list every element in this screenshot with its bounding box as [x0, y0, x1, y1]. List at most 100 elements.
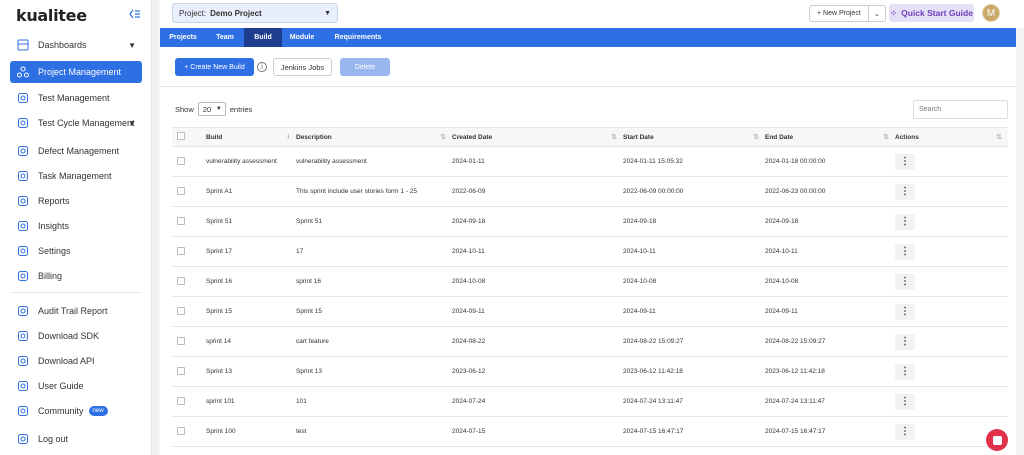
avatar[interactable]: M: [982, 4, 1000, 22]
row-checkbox[interactable]: [177, 276, 185, 285]
more-actions-icon[interactable]: ⋮: [895, 243, 915, 260]
tab-team[interactable]: Team: [206, 28, 244, 47]
search-input[interactable]: [913, 100, 1008, 119]
row-checkbox[interactable]: [177, 426, 185, 435]
tab-requirements[interactable]: Requirements: [322, 28, 394, 47]
new-project-dropdown-icon[interactable]: ⌄: [869, 6, 885, 21]
description-cell: vulnerability assessment: [296, 146, 452, 177]
end-date-cell: 2024-07-24 13:11:47: [765, 386, 895, 417]
table-row[interactable]: Sprint 16 sprint 16 2024-10-08 2024-10-08 20…: [172, 266, 1008, 297]
sdk-icon: [16, 329, 30, 343]
more-actions-icon[interactable]: ⋮: [895, 153, 915, 170]
sidebar-item-log-out[interactable]: Log out: [10, 428, 142, 450]
more-actions-icon[interactable]: ⋮: [895, 423, 915, 440]
row-checkbox[interactable]: [177, 156, 185, 165]
sidebar-item-community[interactable]: Community new: [10, 400, 142, 422]
entries-value: 20: [202, 104, 212, 114]
entries-select[interactable]: 20 ▼: [197, 102, 226, 116]
created-date-cell: 2024-08-22: [452, 326, 623, 357]
created-date-cell: 2024-09-11: [452, 296, 623, 327]
quick-start-guide-button[interactable]: ⁘ Quick Start Guide: [889, 4, 974, 22]
delete-button[interactable]: Delete: [340, 58, 390, 76]
info-icon[interactable]: i: [257, 62, 267, 72]
sidebar-item-insights[interactable]: Insights: [10, 215, 142, 237]
sidebar-scrollbar[interactable]: [152, 0, 158, 455]
more-actions-icon[interactable]: ⋮: [895, 273, 915, 290]
tab-build[interactable]: Build: [244, 28, 282, 47]
sidebar-item-download-api[interactable]: Download API: [10, 350, 142, 372]
grid-icon: ⁘: [890, 7, 898, 18]
description-cell: Sprint 15: [296, 296, 452, 327]
row-checkbox[interactable]: [177, 246, 185, 255]
project-selector[interactable]: Project: Demo Project ▼: [172, 3, 338, 23]
toolbar: + Create New Build i Jenkins Jobs Delete: [160, 47, 1016, 87]
table-row[interactable]: Sprint 13 Sprint 13 2023-06-12 2023-06-12 1…: [172, 356, 1008, 387]
cycle-icon: [16, 116, 30, 130]
sidebar-item-label: Settings: [38, 246, 71, 256]
more-actions-icon[interactable]: ⋮: [895, 303, 915, 320]
table-row[interactable]: sprint 14 cart feature 2024-08-22 2024-08-2…: [172, 326, 1008, 357]
sidebar-item-dashboards[interactable]: Dashboards ▼: [10, 34, 142, 56]
build-cell: Sprint 17: [206, 236, 296, 267]
build-cell: Sprint 13: [206, 356, 296, 387]
chat-button[interactable]: [986, 429, 1008, 451]
table-row[interactable]: Sprint 17 17 2024-10-11 2024-10-11 2024-10-1…: [172, 236, 1008, 267]
sidebar-item-audit-trail-report[interactable]: Audit Trail Report: [10, 300, 142, 322]
row-checkbox[interactable]: [177, 336, 185, 345]
actions-cell: ⋮: [895, 146, 1008, 177]
created-date-cell: 2024-07-15: [452, 416, 623, 447]
more-actions-icon[interactable]: ⋮: [895, 333, 915, 350]
create-new-build-button[interactable]: + Create New Build: [175, 58, 254, 76]
select-all-checkbox[interactable]: [177, 132, 185, 140]
more-actions-icon[interactable]: ⋮: [895, 213, 915, 230]
guide-icon: [16, 379, 30, 393]
more-actions-icon[interactable]: ⋮: [895, 363, 915, 380]
build-cell: Sprint 100: [206, 416, 296, 447]
row-checkbox[interactable]: [177, 366, 185, 375]
jenkins-jobs-button[interactable]: Jenkins Jobs: [273, 58, 332, 76]
table-row[interactable]: vulnerability assessment vulnerability as…: [172, 146, 1008, 177]
table-header-row: Build ↓ Description ⇅ Created Date ⇅ Start …: [172, 127, 1008, 147]
sidebar-item-task-management[interactable]: Task Management: [10, 165, 142, 187]
page-scrollbar[interactable]: [1016, 28, 1024, 455]
sidebar-item-reports[interactable]: Reports: [10, 190, 142, 212]
table-row[interactable]: Sprint 100 test 2024-07-15 2024-07-15 16:47…: [172, 416, 1008, 447]
row-checkbox[interactable]: [177, 396, 185, 405]
entries-control: Show 20 ▼ entries: [175, 102, 252, 116]
created-date-cell: 2024-09-18: [452, 206, 623, 237]
header-end-date[interactable]: End Date ⇅: [765, 127, 895, 147]
sidebar-item-user-guide[interactable]: User Guide: [10, 375, 142, 397]
row-checkbox[interactable]: [177, 186, 185, 195]
table-row[interactable]: Sprint 51 Sprint 51 2024-09-18 2024-09-18 20…: [172, 206, 1008, 237]
table-row[interactable]: sprint 101 101 2024-07-24 2024-07-24 13:11:…: [172, 386, 1008, 417]
sidebar-item-settings[interactable]: Settings: [10, 240, 142, 262]
sidebar-item-project-management[interactable]: Project Management: [10, 61, 142, 83]
row-checkbox[interactable]: [177, 216, 185, 225]
tab-module[interactable]: Module: [282, 28, 322, 47]
header-description[interactable]: Description ⇅: [296, 127, 452, 147]
logout-icon: [16, 432, 30, 446]
sidebar-item-download-sdk[interactable]: Download SDK: [10, 325, 142, 347]
table-row[interactable]: Sprint 15 Sprint 15 2024-09-11 2024-09-11 20…: [172, 296, 1008, 327]
header-build[interactable]: Build ↓: [206, 127, 296, 147]
tab-projects[interactable]: Projects: [160, 28, 206, 47]
sidebar-item-billing[interactable]: Billing: [10, 265, 142, 287]
more-actions-icon[interactable]: ⋮: [895, 183, 915, 200]
row-checkbox[interactable]: [177, 306, 185, 315]
brand-logo[interactable]: kualitee: [16, 6, 87, 25]
header-actions: Actions ⇅: [895, 127, 1008, 147]
collapse-sidebar-icon[interactable]: [129, 8, 141, 22]
new-project-button[interactable]: + New Project: [810, 6, 869, 21]
build-cell: Sprint 16: [206, 266, 296, 297]
header-created-date[interactable]: Created Date ⇅: [452, 127, 623, 147]
quick-start-label: Quick Start Guide: [901, 8, 973, 18]
table-row[interactable]: Sprint A1 This sprint include user storie…: [172, 176, 1008, 207]
actions-cell: ⋮: [895, 206, 1008, 237]
header-start-date[interactable]: Start Date ⇅: [623, 127, 765, 147]
sort-icon: ⇅: [753, 134, 759, 141]
sidebar-item-test-management[interactable]: Test Management: [10, 87, 142, 109]
sidebar-item-test-cycle-management[interactable]: Test Cycle Management ▼: [10, 112, 142, 134]
start-date-cell: 2024-09-18: [623, 206, 765, 237]
more-actions-icon[interactable]: ⋮: [895, 393, 915, 410]
sidebar-item-defect-management[interactable]: Defect Management: [10, 140, 142, 162]
